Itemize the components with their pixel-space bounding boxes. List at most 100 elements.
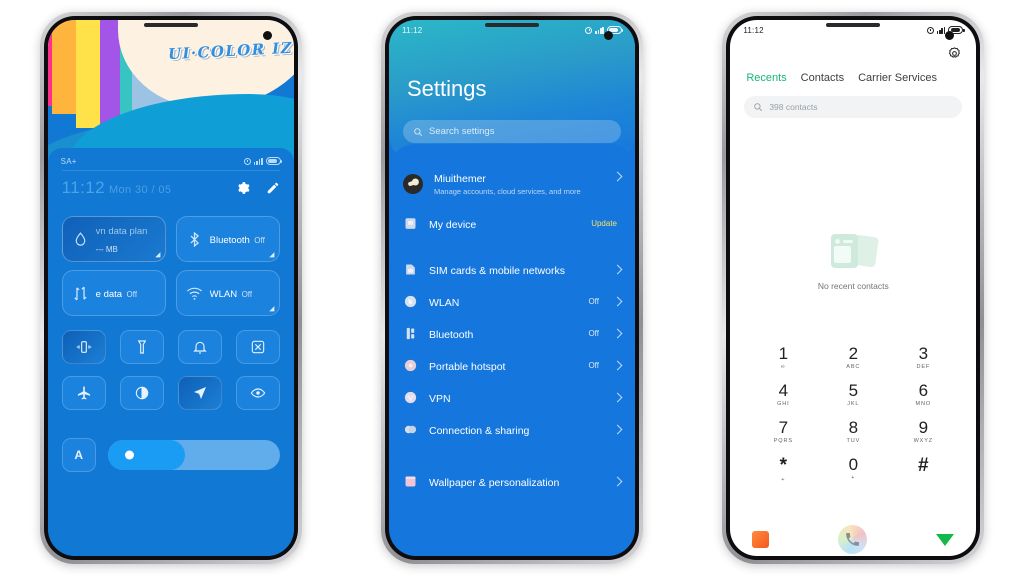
tile-data-plan[interactable]: vn data plan --- MB (61, 216, 166, 262)
clock: 11:12 Mon 30 / 05 (62, 178, 172, 198)
wlan-icon (403, 294, 418, 309)
bluetooth-icon (403, 326, 418, 341)
chevron-right-icon (612, 360, 623, 371)
dialpad-key-hash[interactable]: # (888, 456, 958, 484)
tile-flashlight[interactable] (119, 330, 164, 364)
settings-row-wallpaper[interactable]: Wallpaper & personalization (389, 466, 635, 498)
dialpad-key-4[interactable]: 4 GHI (748, 382, 818, 408)
device-icon (403, 216, 418, 231)
tile-airplane-mode[interactable] (61, 376, 106, 410)
brightness-slider-fill (107, 440, 186, 470)
brightness-slider[interactable] (107, 440, 280, 470)
dialpad: 1 ∞ 2 ABC 3 DEF 4 GHI 5 JKL 6 MNO 7 PQRS… (730, 345, 976, 484)
account-avatar (402, 174, 423, 194)
section-divider (389, 446, 635, 466)
tab-recents[interactable]: Recents (746, 72, 786, 84)
bluetooth-icon (186, 231, 203, 248)
tile-eye-care[interactable] (235, 376, 280, 410)
sim-icon (403, 262, 418, 277)
chevron-right-icon (612, 392, 623, 403)
tab-carrier-services[interactable]: Carrier Services (858, 72, 937, 84)
tile-bluetooth[interactable]: Bluetooth Off (175, 216, 280, 262)
phone1-screen: UI·COLOR IZ SA+ 11:12 Mon 30 / 05 vn dat… (47, 20, 294, 556)
quick-setting-small-tiles (61, 330, 280, 410)
tile-wlan[interactable]: WLAN Off (175, 270, 280, 316)
settings-row-my-device[interactable]: My device Update (389, 208, 635, 240)
row-label: VPN (428, 392, 451, 405)
auto-brightness-button[interactable]: A (61, 438, 96, 472)
dialpad-key-star[interactable]: * + (748, 456, 818, 484)
clock-row: 11:12 Mon 30 / 05 (62, 178, 280, 198)
tile-title: Bluetooth (209, 234, 250, 246)
phone3-screen: 11:12 Recents Contacts Carrier Services (730, 20, 977, 556)
dialpad-key-5[interactable]: 5 JKL (818, 382, 888, 408)
phone-handset-icon (846, 533, 860, 546)
divider (61, 170, 280, 171)
dialpad-key-0[interactable]: 0 + (818, 456, 888, 484)
brightness-slider-knob[interactable] (124, 450, 134, 460)
phone-dialer: 11:12 Recents Contacts Carrier Services (722, 12, 985, 564)
row-label: Bluetooth (428, 328, 474, 341)
key-letters: TUV (846, 438, 861, 444)
settings-gear-icon[interactable] (947, 46, 962, 61)
hotspot-icon (403, 358, 418, 373)
alarm-icon (926, 26, 934, 34)
expand-icon[interactable] (268, 251, 275, 258)
phone1-bezel: UI·COLOR IZ SA+ 11:12 Mon 30 / 05 vn dat… (43, 16, 298, 560)
dialpad-key-6[interactable]: 6 MNO (888, 382, 958, 408)
tile-dark-mode[interactable] (119, 376, 164, 410)
expand-icon[interactable] (268, 305, 275, 312)
alarm-icon (585, 26, 593, 34)
expand-icon[interactable] (154, 251, 161, 258)
network-label: SA+ (60, 156, 77, 166)
key-number: 7 (778, 418, 789, 437)
clock-time: 11:12 (61, 178, 105, 197)
down-triangle-icon[interactable] (936, 533, 955, 546)
contacts-search-input[interactable]: 398 contacts (744, 96, 963, 118)
key-letters: DEF (916, 364, 931, 370)
tile-screenshot[interactable] (235, 330, 280, 364)
settings-row-sim-cards[interactable]: SIM cards & mobile networks (389, 254, 635, 286)
dialpad-key-8[interactable]: 8 TUV (818, 419, 888, 445)
search-input[interactable]: Search settings (402, 120, 621, 143)
orange-square-icon[interactable] (752, 531, 770, 548)
vpn-icon (403, 390, 418, 405)
row-label: My device (428, 218, 477, 231)
dialpad-key-7[interactable]: 7 PQRS (748, 419, 818, 445)
phone1-status-bar: SA+ (48, 152, 294, 170)
settings-row-vpn[interactable]: VPN (389, 382, 635, 414)
dialpad-key-1[interactable]: 1 ∞ (748, 345, 818, 371)
settings-row-connection-sharing[interactable]: Connection & sharing (389, 414, 635, 446)
key-letters: JKL (847, 401, 860, 407)
signal-icon (936, 26, 946, 34)
settings-row-wlan[interactable]: WLAN Off (389, 286, 635, 318)
tile-ringer[interactable] (177, 330, 222, 364)
call-button[interactable] (838, 525, 868, 554)
phone-settings: 11:12 Settings Search settings Miuitheme… (380, 12, 643, 564)
earpiece-speaker (484, 23, 539, 27)
front-camera (603, 31, 613, 40)
dialpad-key-2[interactable]: 2 ABC (818, 345, 888, 371)
row-value: Off (588, 297, 599, 307)
dialpad-key-9[interactable]: 9 WXYZ (888, 419, 958, 445)
settings-gear-icon[interactable] (236, 181, 250, 195)
settings-row-account[interactable]: Miuithemer Manage accounts, cloud servic… (389, 164, 635, 208)
tile-title: e data (95, 288, 123, 300)
edit-pencil-icon[interactable] (266, 181, 280, 195)
dialpad-key-3[interactable]: 3 DEF (888, 345, 958, 371)
key-number: * (779, 455, 788, 476)
earpiece-speaker (826, 23, 881, 27)
status-time: 11:12 (401, 25, 423, 35)
tile-vibrate[interactable] (61, 330, 106, 364)
key-number: 6 (918, 381, 929, 400)
search-placeholder: Search settings (428, 126, 495, 137)
tile-location[interactable] (177, 376, 222, 410)
row-label: Portable hotspot (428, 360, 506, 373)
tile-mobile-data[interactable]: e data Off (61, 270, 166, 316)
key-number: 5 (848, 381, 859, 400)
chevron-right-icon (612, 476, 623, 487)
settings-row-portable-hotspot[interactable]: Portable hotspot Off (389, 350, 635, 382)
row-label: WLAN (428, 296, 460, 309)
settings-row-bluetooth[interactable]: Bluetooth Off (389, 318, 635, 350)
tab-contacts[interactable]: Contacts (801, 72, 844, 84)
